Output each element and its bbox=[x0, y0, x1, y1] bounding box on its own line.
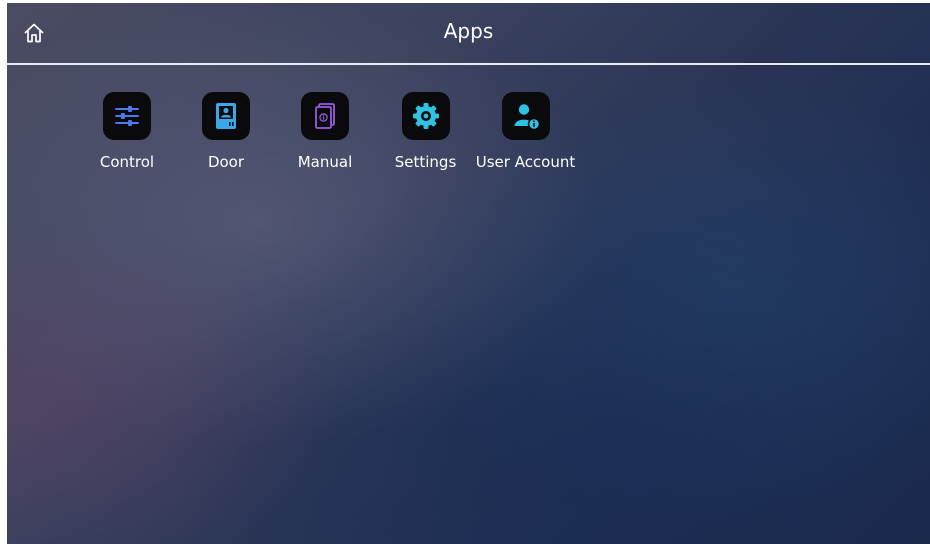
manual-book-icon bbox=[315, 103, 335, 129]
app-label: User Account bbox=[475, 153, 576, 171]
sliders-icon bbox=[115, 106, 139, 126]
app-door[interactable]: Door bbox=[177, 92, 275, 171]
app-tile bbox=[301, 92, 349, 140]
app-tile bbox=[401, 92, 450, 140]
app-screen: Apps Control Door Manual Settings User A… bbox=[7, 3, 930, 544]
app-tile bbox=[202, 92, 250, 140]
app-settings[interactable]: Settings bbox=[375, 92, 476, 171]
app-label: Door bbox=[207, 153, 245, 171]
app-user-account[interactable]: User Account bbox=[476, 92, 575, 171]
door-intercom-icon bbox=[216, 103, 236, 129]
app-tile bbox=[501, 92, 550, 140]
top-bar: Apps bbox=[7, 3, 930, 65]
app-manual[interactable]: Manual bbox=[275, 92, 375, 171]
user-account-icon bbox=[514, 104, 540, 131]
app-control[interactable]: Control bbox=[77, 92, 177, 171]
app-label: Control bbox=[99, 153, 155, 171]
app-tile bbox=[103, 92, 151, 140]
gear-icon bbox=[412, 103, 439, 129]
page-title: Apps bbox=[443, 19, 494, 43]
app-grid: Control Door Manual Settings User Accoun… bbox=[77, 92, 575, 171]
app-label: Settings bbox=[394, 153, 457, 171]
app-label: Manual bbox=[297, 153, 353, 171]
